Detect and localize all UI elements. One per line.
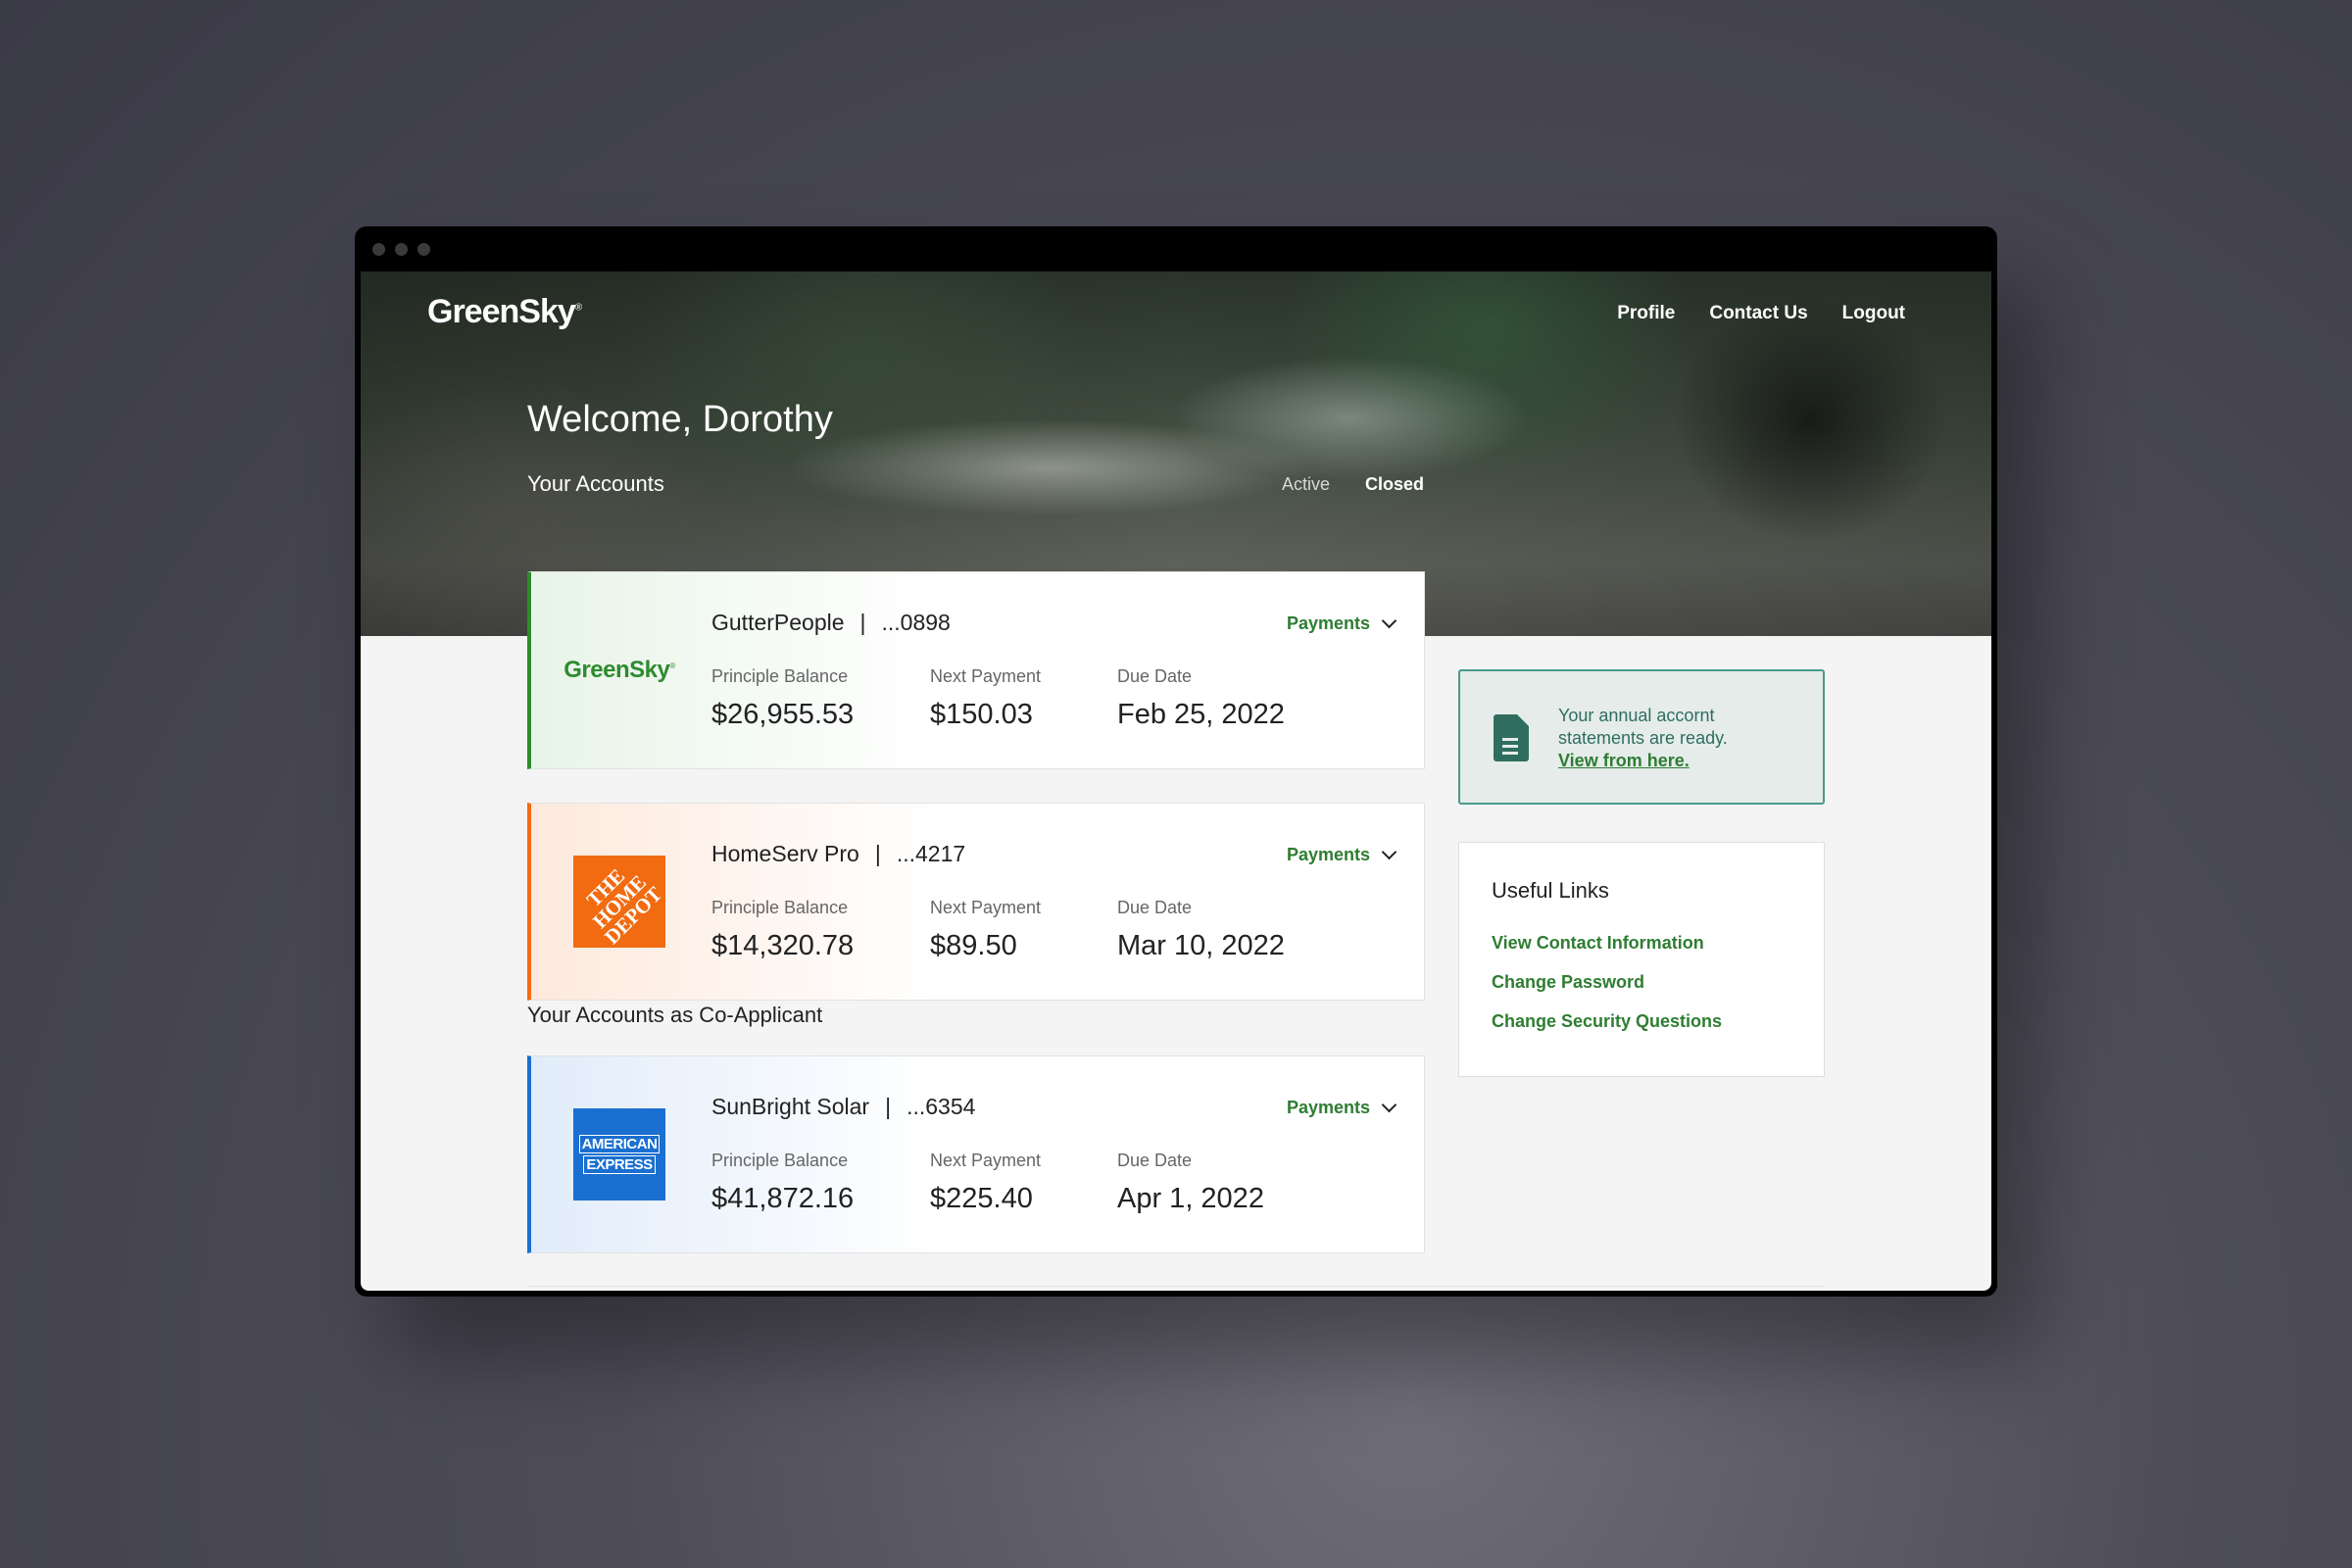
nav-logout-link[interactable]: Logout [1842, 303, 1905, 324]
field-label: Due Date [1117, 666, 1193, 686]
window-titlebar [355, 226, 1997, 271]
account-card[interactable]: AMERICAN EXPRESS SunBright Solar | ...6354… [527, 1055, 1425, 1253]
field-value: $26,955.53 [711, 699, 855, 730]
window-minimize-icon[interactable] [395, 242, 408, 256]
top-nav: GreenSky® Profile Contact Us Logout [361, 271, 1991, 360]
principle-balance: Principle Balance $41,872.16 [711, 1151, 854, 1215]
field-value: $150.03 [930, 699, 1033, 730]
merchant-logo: THE HOME DEPOT [570, 855, 668, 949]
chevron-down-icon [1381, 612, 1397, 629]
payments-label: Payments [1286, 845, 1370, 864]
field-value: $89.50 [930, 930, 1017, 961]
notice-line: statements are ready. [1558, 728, 1728, 748]
window-close-icon[interactable] [372, 242, 385, 256]
chevron-down-icon [1381, 844, 1397, 860]
page-viewport: GreenSky® Profile Contact Us Logout Welc… [361, 271, 1991, 1291]
next-payment: Next Payment $150.03 [930, 666, 1041, 731]
merchant-logo: AMERICAN EXPRESS [570, 1107, 668, 1201]
useful-links-title: Useful Links [1492, 878, 1609, 903]
chevron-down-icon [1381, 1097, 1397, 1113]
view-statements-link[interactable]: View from here. [1558, 750, 1728, 772]
merchant-name: HomeServ Pro [711, 841, 859, 866]
field-value: Mar 10, 2022 [1117, 930, 1285, 961]
useful-links-panel: Useful Links View Contact Information Ch… [1458, 842, 1825, 1077]
account-card[interactable]: THE HOME DEPOT HomeServ Pro | ...4217 Paym… [527, 803, 1425, 1001]
notice-text: Your annual accornt statements are ready… [1558, 705, 1728, 772]
co-applicant-section-title: Your Accounts as Co-Applicant [527, 1003, 823, 1027]
field-label: Principle Balance [711, 898, 849, 917]
account-number: ...4217 [896, 841, 966, 866]
statement-notice: Your annual accornt statements are ready… [1458, 669, 1825, 805]
account-title: SunBright Solar | ...6354 [711, 1094, 976, 1119]
useful-links-list: View Contact Information Change Password… [1492, 933, 1722, 1051]
account-title: GutterPeople | ...0898 [711, 610, 951, 635]
document-icon [1494, 714, 1529, 761]
principle-balance: Principle Balance $14,320.78 [711, 898, 854, 962]
change-password-link[interactable]: Change Password [1492, 972, 1722, 993]
payments-dropdown[interactable]: Payments [1286, 1097, 1397, 1118]
field-label: Due Date [1117, 898, 1193, 917]
field-value: $14,320.78 [711, 930, 855, 961]
amex-logo-line: AMERICAN [578, 1135, 661, 1153]
field-value: Feb 25, 2022 [1117, 699, 1285, 730]
greensky-logo[interactable]: GreenSky® [427, 293, 582, 331]
payments-label: Payments [1286, 1098, 1370, 1117]
field-label: Due Date [1117, 1151, 1193, 1170]
principle-balance: Principle Balance $26,955.53 [711, 666, 854, 731]
merchant-name: GutterPeople [711, 610, 845, 635]
due-date: Due Date Apr 1, 2022 [1117, 1151, 1264, 1215]
field-value: $41,872.16 [711, 1183, 855, 1214]
account-number: ...0898 [881, 610, 951, 635]
field-value: $225.40 [930, 1183, 1033, 1214]
home-depot-logo: THE HOME DEPOT [573, 856, 666, 949]
payments-label: Payments [1286, 613, 1370, 633]
amex-logo: AMERICAN EXPRESS [573, 1108, 665, 1200]
field-label: Principle Balance [711, 1151, 849, 1170]
account-card[interactable]: GreenSky® GutterPeople | ...0898 Payments … [527, 571, 1425, 769]
filter-tab-active[interactable]: Active [1282, 474, 1330, 495]
account-number: ...6354 [906, 1094, 976, 1119]
next-payment: Next Payment $225.40 [930, 1151, 1041, 1215]
payments-dropdown[interactable]: Payments [1286, 612, 1397, 634]
nav-links: Profile Contact Us Logout [1617, 303, 1905, 324]
field-label: Next Payment [930, 898, 1042, 917]
welcome-heading: Welcome, Dorothy [527, 399, 833, 440]
next-payment: Next Payment $89.50 [930, 898, 1041, 962]
merchant-logo: GreenSky® [564, 623, 675, 717]
payments-dropdown[interactable]: Payments [1286, 844, 1397, 865]
account-title: HomeServ Pro | ...4217 [711, 841, 966, 866]
field-label: Principle Balance [711, 666, 849, 686]
field-label: Next Payment [930, 1151, 1042, 1170]
merchant-name: SunBright Solar [711, 1094, 870, 1119]
account-filter-tabs: Active Closed [1282, 474, 1424, 495]
nav-contact-link[interactable]: Contact Us [1709, 303, 1807, 324]
notice-line: Your annual accornt [1558, 706, 1715, 725]
due-date: Due Date Feb 25, 2022 [1117, 666, 1285, 731]
filter-tab-closed[interactable]: Closed [1365, 474, 1424, 495]
amex-logo-line: EXPRESS [583, 1155, 656, 1174]
field-label: Next Payment [930, 666, 1042, 686]
view-contact-info-link[interactable]: View Contact Information [1492, 933, 1722, 954]
browser-window: GreenSky® Profile Contact Us Logout Welc… [355, 226, 1997, 1297]
accounts-section-title: Your Accounts [527, 471, 664, 496]
nav-profile-link[interactable]: Profile [1617, 303, 1675, 324]
due-date: Due Date Mar 10, 2022 [1117, 898, 1285, 962]
window-maximize-icon[interactable] [417, 242, 430, 256]
divider [527, 1286, 1825, 1287]
change-security-questions-link[interactable]: Change Security Questions [1492, 1011, 1722, 1032]
field-value: Apr 1, 2022 [1117, 1183, 1264, 1214]
greensky-card-logo: GreenSky® [564, 657, 675, 683]
